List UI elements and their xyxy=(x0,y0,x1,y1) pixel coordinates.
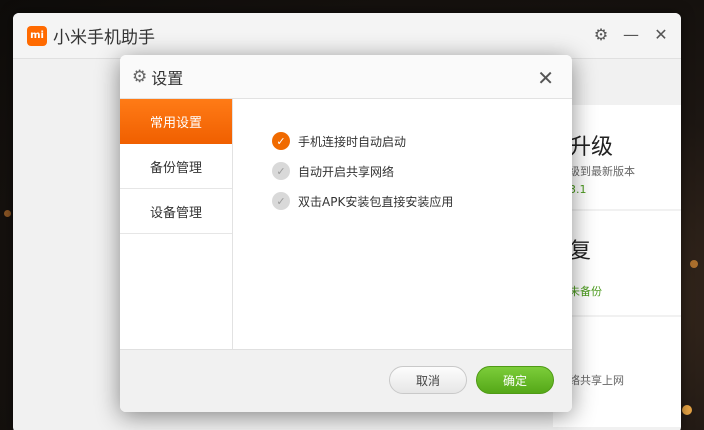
bokeh-light xyxy=(690,260,698,268)
close-icon[interactable]: ✕ xyxy=(537,66,554,90)
checkbox-unchecked-icon[interactable]: ✓ xyxy=(272,192,290,210)
card-title: 复 xyxy=(569,239,592,264)
settings-dialog: ⚙ 设置 ✕ 常用设置 备份管理 设备管理 ✓ 手机连接时自动启动 ✓ 自动开启… xyxy=(120,55,572,412)
dialog-body: 常用设置 备份管理 设备管理 ✓ 手机连接时自动启动 ✓ 自动开启共享网络 ✓ … xyxy=(120,99,572,349)
restore-card[interactable]: 复 未备份 xyxy=(553,211,681,315)
dialog-footer: 取消 确定 xyxy=(120,349,572,412)
upgrade-card[interactable]: 升级 级到最新版本 3.1 xyxy=(553,105,681,209)
cancel-button[interactable]: 取消 xyxy=(389,366,467,394)
card-subtitle: 级到最新版本 xyxy=(569,165,635,178)
settings-content: ✓ 手机连接时自动启动 ✓ 自动开启共享网络 ✓ 双击APK安装包直接安装应用 xyxy=(233,99,572,349)
minimize-icon[interactable]: — xyxy=(623,25,639,44)
card-subtitle: 络共享上网 xyxy=(569,374,624,387)
card-title: 升级 xyxy=(569,135,614,160)
dialog-header: ⚙ 设置 ✕ xyxy=(120,55,572,99)
option-label: 手机连接时自动启动 xyxy=(298,134,407,149)
bokeh-light xyxy=(682,405,692,415)
window-controls: ⚙ — ✕ xyxy=(593,25,669,44)
network-card[interactable]: 络共享上网 xyxy=(553,317,681,427)
option-apk-double-click-install[interactable]: ✓ 双击APK安装包直接安装应用 xyxy=(272,186,572,216)
settings-sidebar: 常用设置 备份管理 设备管理 xyxy=(120,99,233,349)
sidebar-item-device[interactable]: 设备管理 xyxy=(120,189,232,234)
settings-icon[interactable]: ⚙ xyxy=(593,25,609,44)
ok-button[interactable]: 确定 xyxy=(476,366,554,394)
option-auto-share-network[interactable]: ✓ 自动开启共享网络 xyxy=(272,156,572,186)
sidebar-item-backup[interactable]: 备份管理 xyxy=(120,144,232,189)
checkbox-checked-icon[interactable]: ✓ xyxy=(272,132,290,150)
checkbox-unchecked-icon[interactable]: ✓ xyxy=(272,162,290,180)
option-label: 自动开启共享网络 xyxy=(298,164,395,179)
option-label: 双击APK安装包直接安装应用 xyxy=(298,194,454,209)
gear-icon: ⚙ xyxy=(132,66,148,87)
app-title: 小米手机助手 xyxy=(53,28,155,48)
app-titlebar: mi 小米手机助手 ⚙ — ✕ xyxy=(13,13,681,59)
option-auto-launch[interactable]: ✓ 手机连接时自动启动 xyxy=(272,126,572,156)
bokeh-light xyxy=(4,210,11,217)
close-icon[interactable]: ✕ xyxy=(653,25,669,44)
card-status: 未备份 xyxy=(569,285,602,298)
mi-logo-icon: mi xyxy=(27,25,47,46)
dialog-title: 设置 xyxy=(151,68,184,88)
sidebar-item-general[interactable]: 常用设置 xyxy=(120,99,232,144)
